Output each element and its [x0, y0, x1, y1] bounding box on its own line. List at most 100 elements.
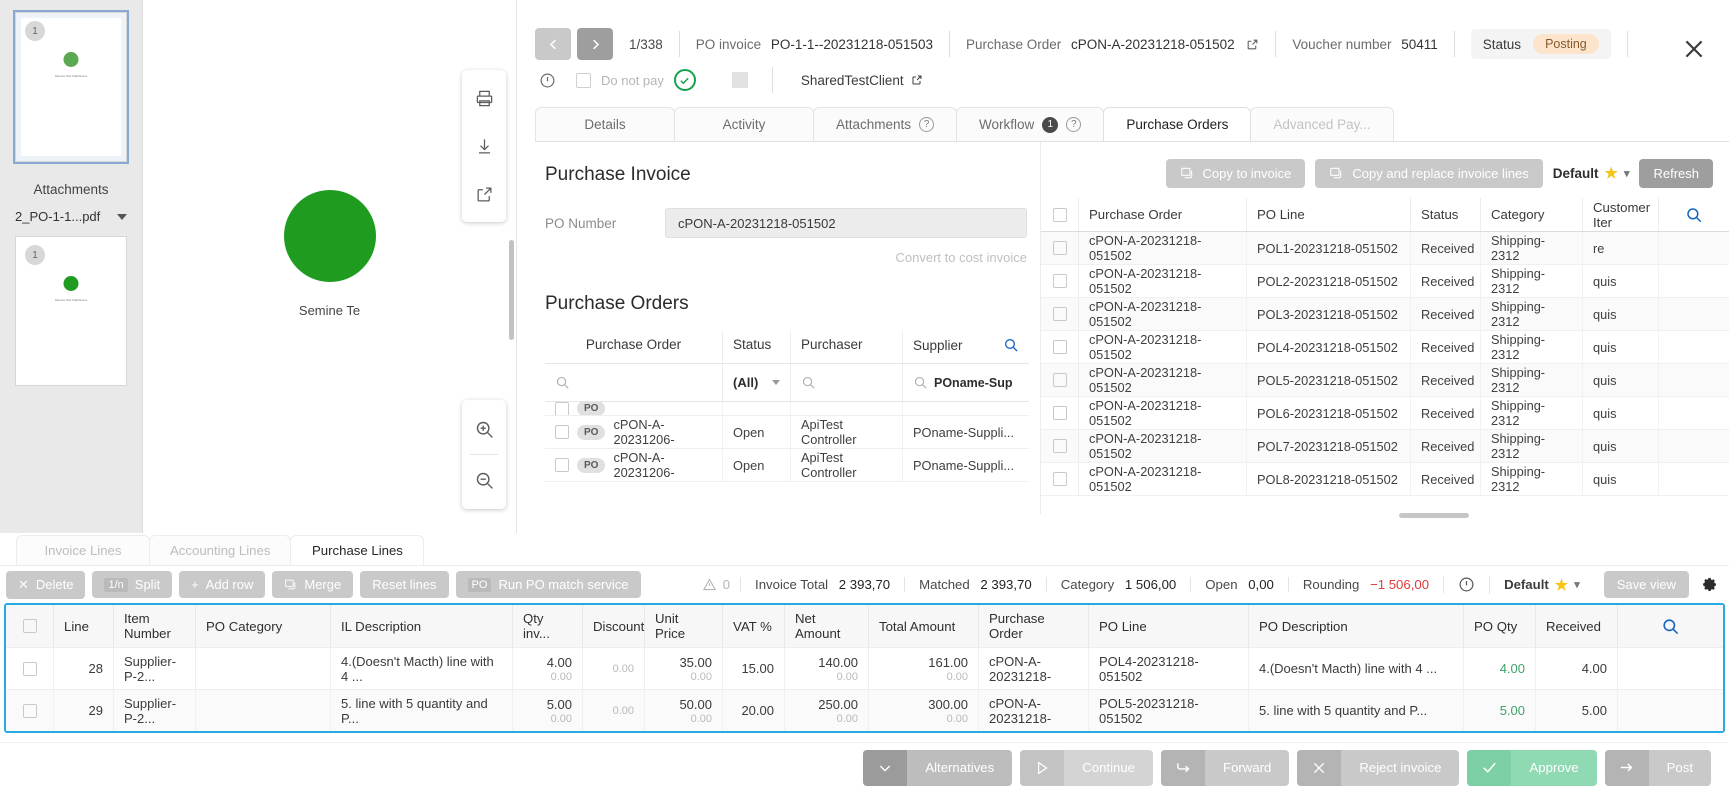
open-external-icon[interactable] [1246, 38, 1259, 51]
convert-to-cost-invoice-link[interactable]: Convert to cost invoice [545, 250, 1027, 265]
tab-workflow[interactable]: Workflow 1 ? [956, 107, 1104, 141]
po-number-input[interactable]: cPON-A-20231218-051502 [665, 208, 1027, 238]
save-view-button[interactable]: Save view [1604, 571, 1689, 598]
add-row-button[interactable]: + Add row [179, 571, 265, 598]
filter-purchaser[interactable] [791, 364, 903, 401]
select-all-checkbox[interactable] [1053, 208, 1067, 222]
favorite-star-icon[interactable]: ★ [1604, 164, 1617, 182]
alert-icon[interactable] [539, 72, 556, 89]
gear-icon[interactable] [1701, 576, 1719, 594]
zoom-out-icon[interactable] [462, 455, 506, 505]
row-checkbox[interactable] [555, 425, 569, 439]
help-icon[interactable]: ? [1066, 117, 1081, 132]
tab-purchase-orders[interactable]: Purchase Orders [1103, 107, 1251, 141]
row-checkbox[interactable] [23, 704, 37, 718]
forward-button[interactable]: Forward [1161, 750, 1289, 786]
do-not-pay-checkbox[interactable] [576, 73, 591, 88]
merge-button[interactable]: Merge [272, 571, 353, 598]
row-checkbox[interactable] [555, 402, 569, 416]
warning-count[interactable]: 0 [702, 577, 740, 592]
row-checkbox[interactable] [1053, 307, 1067, 321]
column-header-il-description[interactable]: IL Description [331, 605, 513, 647]
table-row[interactable]: cPON-A-20231218-051502POL5-20231218-0515… [1041, 364, 1729, 397]
attachment-file-select[interactable]: 2_PO-1-1...pdf [11, 207, 131, 232]
row-checkbox[interactable] [1053, 274, 1067, 288]
table-row[interactable]: cPON-A-20231218-051502POL1-20231218-0515… [1041, 232, 1729, 265]
column-header-unit-price[interactable]: Unit Price [645, 605, 723, 647]
table-row[interactable]: cPON-A-20231218-051502POL4-20231218-0515… [1041, 331, 1729, 364]
filter-purchase-order[interactable] [545, 364, 723, 401]
tab-attachments[interactable]: Attachments ? [813, 107, 957, 141]
grid-search-icon[interactable] [1659, 198, 1729, 231]
run-po-match-service-button[interactable]: PO Run PO match service [456, 571, 641, 598]
row-checkbox[interactable] [1053, 472, 1067, 486]
column-header-purchaser[interactable]: Purchaser [791, 331, 903, 363]
tab-purchase-lines[interactable]: Purchase Lines [290, 535, 424, 565]
download-icon[interactable] [462, 122, 506, 170]
table-row-partial[interactable]: PO [545, 402, 1029, 416]
row-checkbox[interactable] [23, 662, 37, 676]
chevron-down-icon[interactable]: ▾ [1574, 578, 1580, 591]
lines-view-selector[interactable]: Default ★ ▾ [1489, 576, 1594, 594]
table-row[interactable]: cPON-A-20231218-051502POL2-20231218-0515… [1041, 265, 1729, 298]
close-icon[interactable] [1681, 36, 1707, 62]
column-header-status[interactable]: Status [1411, 198, 1481, 231]
row-checkbox[interactable] [1053, 241, 1067, 255]
column-header-category[interactable]: Category [1481, 198, 1583, 231]
column-header-po-line[interactable]: PO Line [1089, 605, 1249, 647]
column-header-vat-percent[interactable]: VAT % [723, 605, 785, 647]
row-checkbox[interactable] [1053, 373, 1067, 387]
column-header-po-qty[interactable]: PO Qty [1464, 605, 1536, 647]
table-row[interactable]: PO cPON-A-20231206- Open ApiTest Control… [545, 416, 1029, 449]
table-row[interactable]: PO cPON-A-20231206- Open ApiTest Control… [545, 449, 1029, 482]
column-header-purchase-order[interactable]: Purchase Order [1079, 198, 1247, 231]
table-row[interactable]: 28Supplier-P-2...4.(Doesn't Macth) line … [6, 647, 1723, 689]
alternatives-button[interactable]: Alternatives [863, 750, 1012, 786]
chevron-down-icon[interactable]: ▾ [1624, 167, 1630, 180]
copy-to-invoice-button[interactable]: Copy to invoice [1166, 159, 1306, 188]
favorite-star-icon[interactable]: ★ [1555, 576, 1568, 594]
row-checkbox[interactable] [555, 458, 569, 472]
viewer-vertical-scrollbar[interactable] [509, 240, 514, 340]
split-button[interactable]: 1/n Split [92, 571, 172, 598]
detail-horizontal-scrollbar[interactable] [1399, 513, 1469, 518]
reject-invoice-button[interactable]: Reject invoice [1297, 750, 1459, 786]
next-record-button[interactable] [577, 28, 613, 60]
table-row[interactable]: 29Supplier-P-2...5. line with 5 quantity… [6, 689, 1723, 731]
column-header-po-description[interactable]: PO Description [1249, 605, 1464, 647]
view-selector[interactable]: Default ★ ▾ [1553, 164, 1630, 182]
search-icon[interactable] [1003, 337, 1019, 353]
previous-record-button[interactable] [535, 28, 571, 60]
table-row[interactable]: cPON-A-20231218-051502POL3-20231218-0515… [1041, 298, 1729, 331]
column-header-item-number[interactable]: Item Number [114, 605, 196, 647]
reset-lines-button[interactable]: Reset lines [360, 571, 448, 598]
row-checkbox[interactable] [1053, 406, 1067, 420]
column-header-purchase-order[interactable]: Purchase Order [979, 605, 1089, 647]
column-header-status[interactable]: Status [723, 331, 791, 363]
column-header-discount[interactable]: Discount [583, 605, 645, 647]
post-button[interactable]: Post [1605, 750, 1711, 786]
filter-status[interactable]: (All) [723, 364, 791, 401]
column-header-po-category[interactable]: PO Category [196, 605, 331, 647]
refresh-button[interactable]: Refresh [1639, 159, 1713, 188]
column-header-po-line[interactable]: PO Line [1247, 198, 1411, 231]
rounding-info-icon[interactable] [1443, 576, 1489, 593]
column-header-supplier[interactable]: Supplier [903, 331, 1029, 363]
attachment-thumbnail-page-1[interactable]: Semine Test Attachment 1 [15, 236, 127, 386]
select-all-checkbox[interactable] [23, 619, 37, 633]
help-icon[interactable]: ? [919, 117, 934, 132]
thumbnail-page-1[interactable]: Semine Test Attachment 1 [15, 12, 127, 162]
open-external-icon[interactable] [462, 170, 506, 218]
column-header-total-amount[interactable]: Total Amount [869, 605, 979, 647]
print-icon[interactable] [462, 74, 506, 122]
table-row[interactable]: cPON-A-20231218-051502POL6-20231218-0515… [1041, 397, 1729, 430]
tab-advanced-payment[interactable]: Advanced Pay... [1250, 107, 1393, 141]
filter-supplier[interactable]: POname-Sup [903, 364, 1029, 401]
column-header-line[interactable]: Line [54, 605, 114, 647]
column-header-customer-item[interactable]: Customer Iter [1583, 198, 1659, 231]
tab-details[interactable]: Details [535, 107, 675, 141]
approve-button[interactable]: Approve [1467, 750, 1596, 786]
column-header-net-amount[interactable]: Net Amount [785, 605, 869, 647]
zoom-in-icon[interactable] [462, 404, 506, 454]
tab-invoice-lines[interactable]: Invoice Lines [16, 535, 150, 565]
